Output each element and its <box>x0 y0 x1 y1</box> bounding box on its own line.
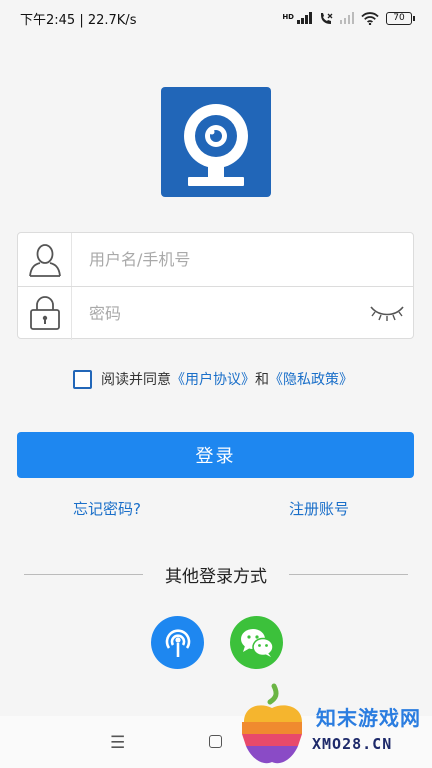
login-form <box>17 232 414 340</box>
forgot-password-link[interactable]: 忘记密码? <box>73 498 141 519</box>
signal-login-button[interactable] <box>151 616 204 669</box>
broadcast-icon <box>165 628 190 657</box>
login-button[interactable]: 登录 <box>17 432 414 478</box>
divider-line <box>289 573 408 575</box>
other-login-label: 其他登录方式 <box>165 566 267 587</box>
password-input[interactable] <box>89 303 369 323</box>
no-call-icon <box>320 12 332 24</box>
lock-icon <box>18 286 72 340</box>
username-row <box>18 233 413 286</box>
app-logo <box>161 87 271 197</box>
password-row <box>18 286 413 340</box>
username-input[interactable] <box>89 250 369 269</box>
register-link[interactable]: 注册账号 <box>289 498 349 519</box>
other-login-divider: 其他登录方式 <box>24 562 408 587</box>
hd-label: HD <box>282 12 294 21</box>
nav-home-icon[interactable] <box>209 735 222 748</box>
agreement: 阅读并同意 《用户协议》 和 《隐私政策》 <box>73 369 353 389</box>
eye-closed-icon[interactable] <box>369 303 405 323</box>
webcam-icon <box>184 104 248 186</box>
status-bar: 下午2:45 | 22.7K/s HD 70 <box>0 0 432 36</box>
user-agreement-link[interactable]: 《用户协议》 <box>171 369 255 389</box>
wechat-icon <box>240 628 274 657</box>
status-time-speed: 下午2:45 | 22.7K/s <box>20 12 137 28</box>
agreement-conjunction: 和 <box>255 372 269 388</box>
watermark-title: 知末游戏网 <box>316 706 421 730</box>
agreement-prefix: 阅读并同意 <box>101 372 171 388</box>
wifi-icon <box>361 11 379 25</box>
signal-weak-icon <box>339 12 354 24</box>
divider-line <box>24 573 143 575</box>
agreement-checkbox[interactable] <box>73 369 92 389</box>
nav-menu-icon[interactable]: ☰ <box>110 733 125 753</box>
privacy-policy-link[interactable]: 《隐私政策》 <box>269 369 353 389</box>
signal-icon <box>297 12 312 24</box>
battery-icon: 70 <box>386 11 415 25</box>
battery-level: 70 <box>393 13 405 23</box>
status-icons: HD 70 <box>282 11 415 25</box>
watermark-url: XMO28.CN <box>312 735 393 753</box>
wechat-login-button[interactable] <box>230 616 283 669</box>
user-icon <box>18 233 72 286</box>
